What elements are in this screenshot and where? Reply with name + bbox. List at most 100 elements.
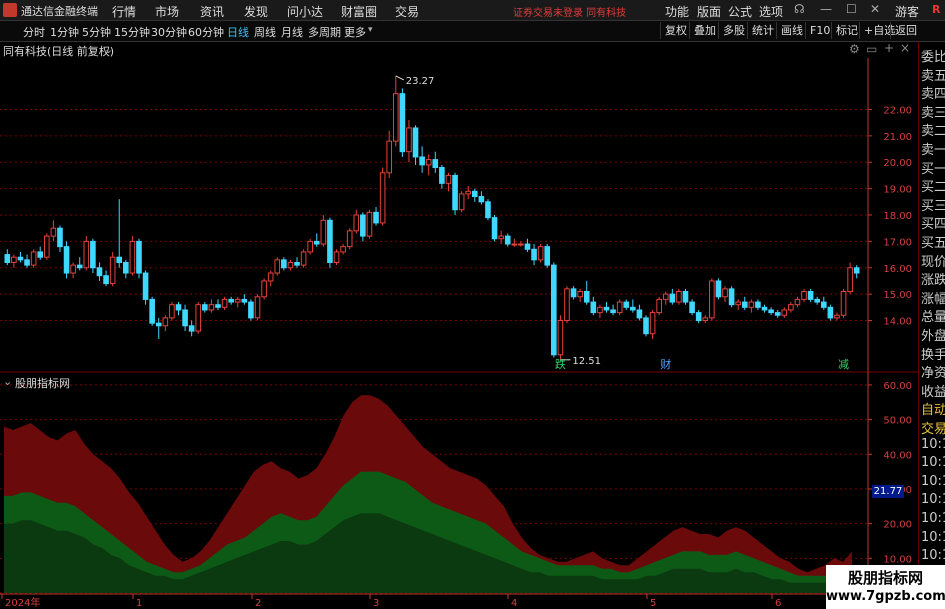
period-1min[interactable]: 1分钟 xyxy=(50,24,79,40)
period-fenshi[interactable]: 分时 xyxy=(23,24,45,40)
candle xyxy=(129,236,136,276)
candle-body xyxy=(491,217,498,240)
menu-caifuquan[interactable]: 财富圈 xyxy=(341,3,377,20)
fuquan-button[interactable]: 复权 xyxy=(660,22,691,39)
settings-icon[interactable]: ⚙ xyxy=(849,42,860,56)
chevron-down-icon[interactable]: ▾ xyxy=(368,25,373,35)
menu-gongshi[interactable]: 公式 xyxy=(728,3,752,20)
candle xyxy=(63,241,70,279)
candle xyxy=(333,249,340,266)
date-tick-label: 4 xyxy=(511,598,517,609)
indicator-tick-label: 40.00 xyxy=(883,450,912,461)
candle xyxy=(834,312,840,321)
candle-body xyxy=(287,261,294,269)
candle-body xyxy=(294,261,300,266)
candle-body xyxy=(129,240,136,274)
menu-jiaoyi[interactable]: 交易 xyxy=(395,3,419,20)
price-grid xyxy=(0,108,868,322)
f10-button[interactable]: F10 xyxy=(805,22,834,39)
candle-body xyxy=(761,306,768,311)
menu-shichang[interactable]: 市场 xyxy=(155,3,179,20)
quote-field-label: 涨跌 xyxy=(921,273,945,289)
maximize-icon[interactable]: ☐ xyxy=(846,2,857,16)
expand-icon[interactable]: + xyxy=(884,41,894,55)
period-5min[interactable]: 5分钟 xyxy=(82,24,111,40)
candle xyxy=(689,299,695,316)
guest-label[interactable]: 游客 xyxy=(895,3,919,20)
date-tick-label: 3 xyxy=(373,598,379,609)
candle-body xyxy=(267,272,274,282)
indicator-collapse-icon[interactable]: ⌄ xyxy=(3,375,12,388)
candle xyxy=(531,244,537,266)
collapse-icon[interactable]: ▭ xyxy=(866,42,877,56)
candle-body xyxy=(17,256,24,261)
draw-line-button[interactable]: 画线 xyxy=(776,22,807,39)
close-icon[interactable]: ✕ xyxy=(870,2,880,16)
candle-body xyxy=(840,291,847,316)
candle-body xyxy=(366,211,373,237)
candle-body xyxy=(801,291,807,300)
menu-faxian[interactable]: 发现 xyxy=(244,3,268,20)
candle-body xyxy=(597,306,603,314)
candle xyxy=(182,304,188,332)
mark-button[interactable]: 标记 xyxy=(831,22,862,39)
period-daily[interactable]: 日线 xyxy=(227,24,249,40)
candle-body xyxy=(149,298,155,324)
candle xyxy=(50,220,57,242)
candle xyxy=(748,299,755,313)
stats-button[interactable]: 统计 xyxy=(747,22,778,39)
menu-hangqing[interactable]: 行情 xyxy=(112,3,136,20)
candle xyxy=(360,212,366,242)
candle xyxy=(320,215,327,247)
period-60min[interactable]: 60分钟 xyxy=(188,24,224,40)
back-button[interactable]: 返回 xyxy=(890,22,921,39)
dropdown-circle-icon[interactable]: ⌄ xyxy=(104,43,113,56)
candle xyxy=(544,244,551,268)
candle-body xyxy=(221,298,228,308)
period-more[interactable]: 更多 xyxy=(344,24,366,40)
quote-field-label: 总量 xyxy=(921,310,945,326)
candle xyxy=(610,304,616,316)
quote-field-label: 10:14 xyxy=(921,492,945,508)
watermark-url: www.7gpzb.com xyxy=(826,589,945,604)
candle-body xyxy=(169,304,175,319)
candle-body xyxy=(11,256,17,263)
pane-close-icon[interactable]: × xyxy=(900,41,910,55)
candle xyxy=(76,257,83,271)
quote-field-label: 净资 xyxy=(921,366,945,382)
r-icon[interactable]: R xyxy=(932,3,940,16)
login-notice[interactable]: 证券交易未登录 同有科技 xyxy=(513,4,626,19)
headset-icon[interactable]: ☊ xyxy=(794,2,805,16)
candle-body xyxy=(103,275,109,285)
candle xyxy=(221,296,228,310)
candle xyxy=(458,191,465,213)
candle xyxy=(406,120,412,163)
candle-body xyxy=(399,93,406,153)
period-15min[interactable]: 15分钟 xyxy=(114,24,150,40)
period-30min[interactable]: 30分钟 xyxy=(151,24,187,40)
menu-zixun[interactable]: 资讯 xyxy=(200,3,224,20)
candle xyxy=(498,230,504,245)
candle xyxy=(847,262,853,295)
menu-xuanxiang[interactable]: 选项 xyxy=(759,3,783,20)
multi-stock-button[interactable]: 多股 xyxy=(718,22,749,39)
candle xyxy=(386,130,393,179)
menu-gongneng[interactable]: 功能 xyxy=(665,3,689,20)
period-multi[interactable]: 多周期 xyxy=(308,24,341,40)
candle xyxy=(676,288,682,305)
overlay-button[interactable]: 叠加 xyxy=(689,22,720,39)
candle xyxy=(452,172,458,215)
candle xyxy=(294,257,300,268)
candle xyxy=(551,262,557,358)
menu-wenxiaoda[interactable]: 问小达 xyxy=(287,3,323,20)
minimize-icon[interactable]: — xyxy=(820,2,832,16)
candle-body xyxy=(485,201,491,219)
candle xyxy=(208,299,215,313)
candle xyxy=(162,315,169,332)
period-weekly[interactable]: 周线 xyxy=(254,24,276,40)
candle xyxy=(30,249,37,268)
quote-field-label: 外盘 xyxy=(921,329,945,344)
candle xyxy=(662,291,669,305)
menu-banmian[interactable]: 版面 xyxy=(697,3,721,20)
period-monthly[interactable]: 月线 xyxy=(281,24,303,40)
